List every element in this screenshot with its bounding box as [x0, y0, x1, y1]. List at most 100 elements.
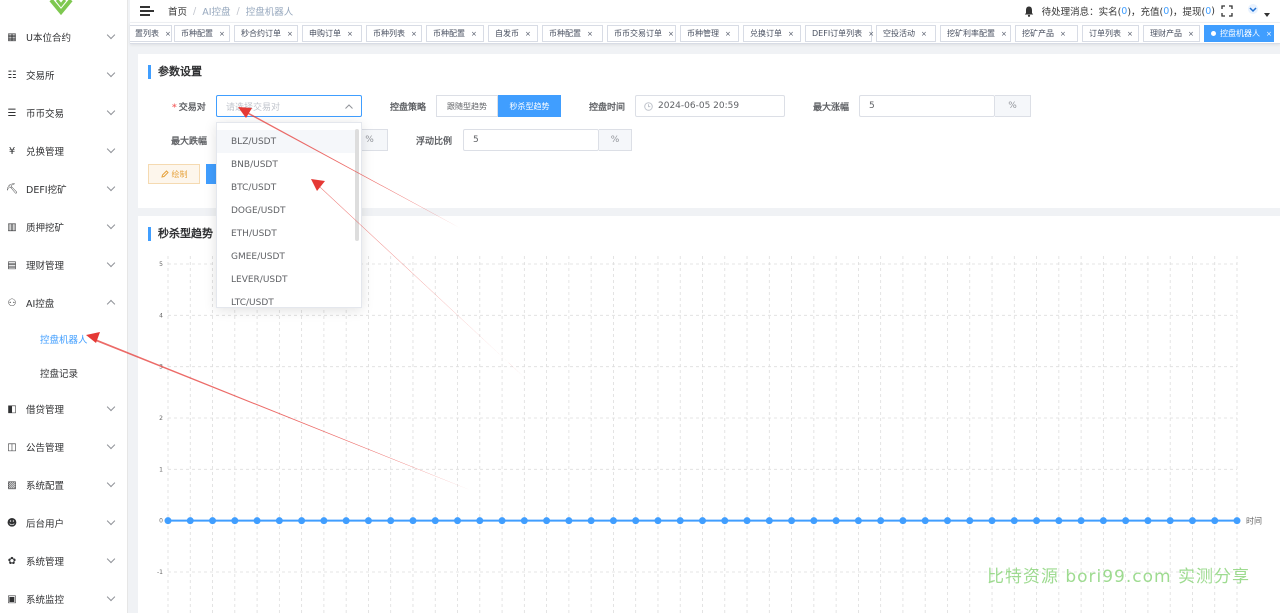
tag-item[interactable]: 申购订单 × [302, 25, 362, 42]
data-point [431, 517, 439, 525]
bar-chart-icon: ▥ [7, 221, 17, 233]
tag-item[interactable]: 币币交易订单 × [607, 25, 676, 42]
hamburger-icon[interactable] [140, 6, 154, 16]
close-icon[interactable]: × [788, 30, 794, 38]
tag-current[interactable]: 控盘机器人 × [1204, 25, 1274, 42]
time-picker[interactable]: 2024-06-05 20:59 [635, 95, 785, 117]
chevron-down-icon [106, 30, 116, 40]
fullscreen-icon[interactable] [1221, 5, 1233, 17]
dropdown-scrollbar[interactable] [355, 129, 359, 241]
close-icon[interactable]: × [725, 30, 731, 38]
sidebar-item-3[interactable]: ¥ 兑换管理 [0, 132, 127, 170]
sidebar-subitem-1[interactable]: 控盘记录 [0, 356, 127, 390]
sidebar-item-label: 系统监控 [26, 595, 65, 606]
tag-item[interactable]: DEFI订单列表 × [805, 25, 874, 42]
tag-item[interactable]: 币种管理 × [680, 25, 739, 42]
sidebar-item-4[interactable]: ⛏ DEFI挖矿 [0, 170, 127, 208]
draw-button[interactable]: 绘制 [148, 164, 200, 184]
sidebar-item-label: DEFI挖矿 [26, 185, 67, 196]
tag-item[interactable]: 秒合约订单 × [234, 25, 298, 42]
sidebar-item-8[interactable]: ◧ 借贷管理 [0, 390, 127, 428]
data-point [1033, 517, 1041, 525]
sidebar-item-9[interactable]: ◫ 公告管理 [0, 428, 127, 466]
sidebar-item-label: 系统配置 [26, 481, 65, 492]
float-input[interactable]: 5 [463, 129, 599, 151]
pair-option[interactable]: DOGE/USDT [217, 199, 355, 222]
data-point [921, 517, 929, 525]
tag-item[interactable]: 币种配置 × [426, 25, 484, 42]
sidebar-item-12[interactable]: ✿ 系统管理 [0, 542, 127, 580]
strategy-flash-button[interactable]: 秒杀型趋势 [498, 95, 561, 117]
close-icon[interactable]: × [1188, 30, 1194, 38]
sidebar-item-11[interactable]: ☻ 后台用户 [0, 504, 127, 542]
close-icon[interactable]: × [921, 30, 927, 38]
tag-item[interactable]: 置列表 × [130, 25, 172, 42]
pair-option[interactable]: BLZ/USDT [217, 130, 355, 153]
data-point [988, 517, 996, 525]
sidebar-item-13[interactable]: ▣ 系统监控 [0, 580, 127, 613]
max-rise-input[interactable]: 5 [859, 95, 995, 117]
tag-item[interactable]: 币种配置 × [542, 25, 603, 42]
pair-option[interactable]: BNB/USDT [217, 153, 355, 176]
sidebar-item-6[interactable]: ▤ 理财管理 [0, 246, 127, 284]
close-icon[interactable]: × [165, 30, 171, 38]
data-point [253, 517, 261, 525]
pair-option[interactable]: LEVER/USDT [217, 268, 355, 291]
close-icon[interactable]: × [219, 30, 225, 38]
strategy-label: 控盘策略 [390, 103, 427, 113]
breadcrumb-home[interactable]: 首页 [168, 4, 187, 18]
avatar[interactable] [1245, 3, 1261, 19]
pair-option[interactable]: LTC/USDT [217, 291, 355, 308]
chevron-down-icon [106, 402, 116, 412]
close-icon[interactable]: × [471, 30, 477, 38]
tag-item[interactable]: 兑换订单 × [743, 25, 801, 42]
clock-icon [644, 102, 653, 111]
tag-item[interactable]: 币种配置 × [174, 25, 230, 42]
pair-option[interactable]: GMEE/USDT [217, 245, 355, 268]
sidebar-item-2[interactable]: ☰ 币币交易 [0, 94, 127, 132]
users-icon: ☻ [6, 517, 18, 529]
tag-label: 挖矿产品 [1022, 29, 1054, 38]
sidebar-item-7[interactable]: ⚇ AI控盘 [0, 284, 127, 322]
pair-select[interactable]: 请选择交易对 [216, 95, 362, 117]
gear-icon: ✿ [7, 555, 17, 567]
sidebar-item-10[interactable]: ▨ 系统配置 [0, 466, 127, 504]
close-icon[interactable]: × [587, 30, 593, 38]
pair-option[interactable]: ETH/USDT [217, 222, 355, 245]
data-point [788, 517, 796, 525]
sidebar-item-0[interactable]: ▦ U本位合约 [0, 18, 127, 56]
pair-select-placeholder: 请选择交易对 [226, 102, 281, 113]
data-point [186, 517, 194, 525]
close-icon[interactable]: × [525, 30, 531, 38]
close-icon[interactable]: × [411, 30, 417, 38]
close-icon[interactable]: × [1127, 30, 1133, 38]
avatar-dropdown-caret-icon[interactable] [1264, 13, 1270, 17]
close-icon[interactable]: × [1266, 30, 1272, 38]
data-point [654, 517, 662, 525]
bell-icon[interactable] [1024, 6, 1034, 17]
sidebar-item-5[interactable]: ▥ 质押挖矿 [0, 208, 127, 246]
close-icon[interactable]: × [1060, 30, 1066, 38]
tag-item[interactable]: 挖矿产品 × [1015, 25, 1078, 42]
y-tick-label: 5 [159, 261, 163, 268]
close-icon[interactable]: × [868, 30, 874, 38]
close-icon[interactable]: × [347, 30, 353, 38]
close-icon[interactable]: × [287, 30, 293, 38]
tag-item[interactable]: 理财产品 × [1143, 25, 1200, 42]
sidebar-item-1[interactable]: ☷ 交易所 [0, 56, 127, 94]
tag-item[interactable]: 自发币 × [488, 25, 538, 42]
app-root: ▦ U本位合约 ☷ 交易所 ☰ 币币交易 ¥ 兑换管理 ⛏ DEFI挖矿 ▥ 质押挖矿 ▤ 理财管理 ⚇ AI… [0, 0, 1280, 613]
strategy-follow-button[interactable]: 跟随型趋势 [436, 95, 498, 117]
tag-item[interactable]: 挖矿利率配置 × [940, 25, 1011, 42]
tag-item[interactable]: 币种列表 × [366, 25, 422, 42]
sidebar-subitem-0[interactable]: 控盘机器人 [0, 322, 127, 356]
tag-label: 兑换订单 [750, 29, 782, 38]
data-point [498, 517, 506, 525]
close-icon[interactable]: × [1001, 30, 1007, 38]
pair-option[interactable]: BTC/USDT [217, 176, 355, 199]
breadcrumb-ai-control[interactable]: AI控盘 [202, 4, 230, 18]
tag-item[interactable]: 订单列表 × [1082, 25, 1139, 42]
tag-item[interactable]: 空投活动 × [876, 25, 936, 42]
close-icon[interactable]: × [668, 30, 674, 38]
max-rise-label: 最大涨幅 [813, 103, 850, 113]
